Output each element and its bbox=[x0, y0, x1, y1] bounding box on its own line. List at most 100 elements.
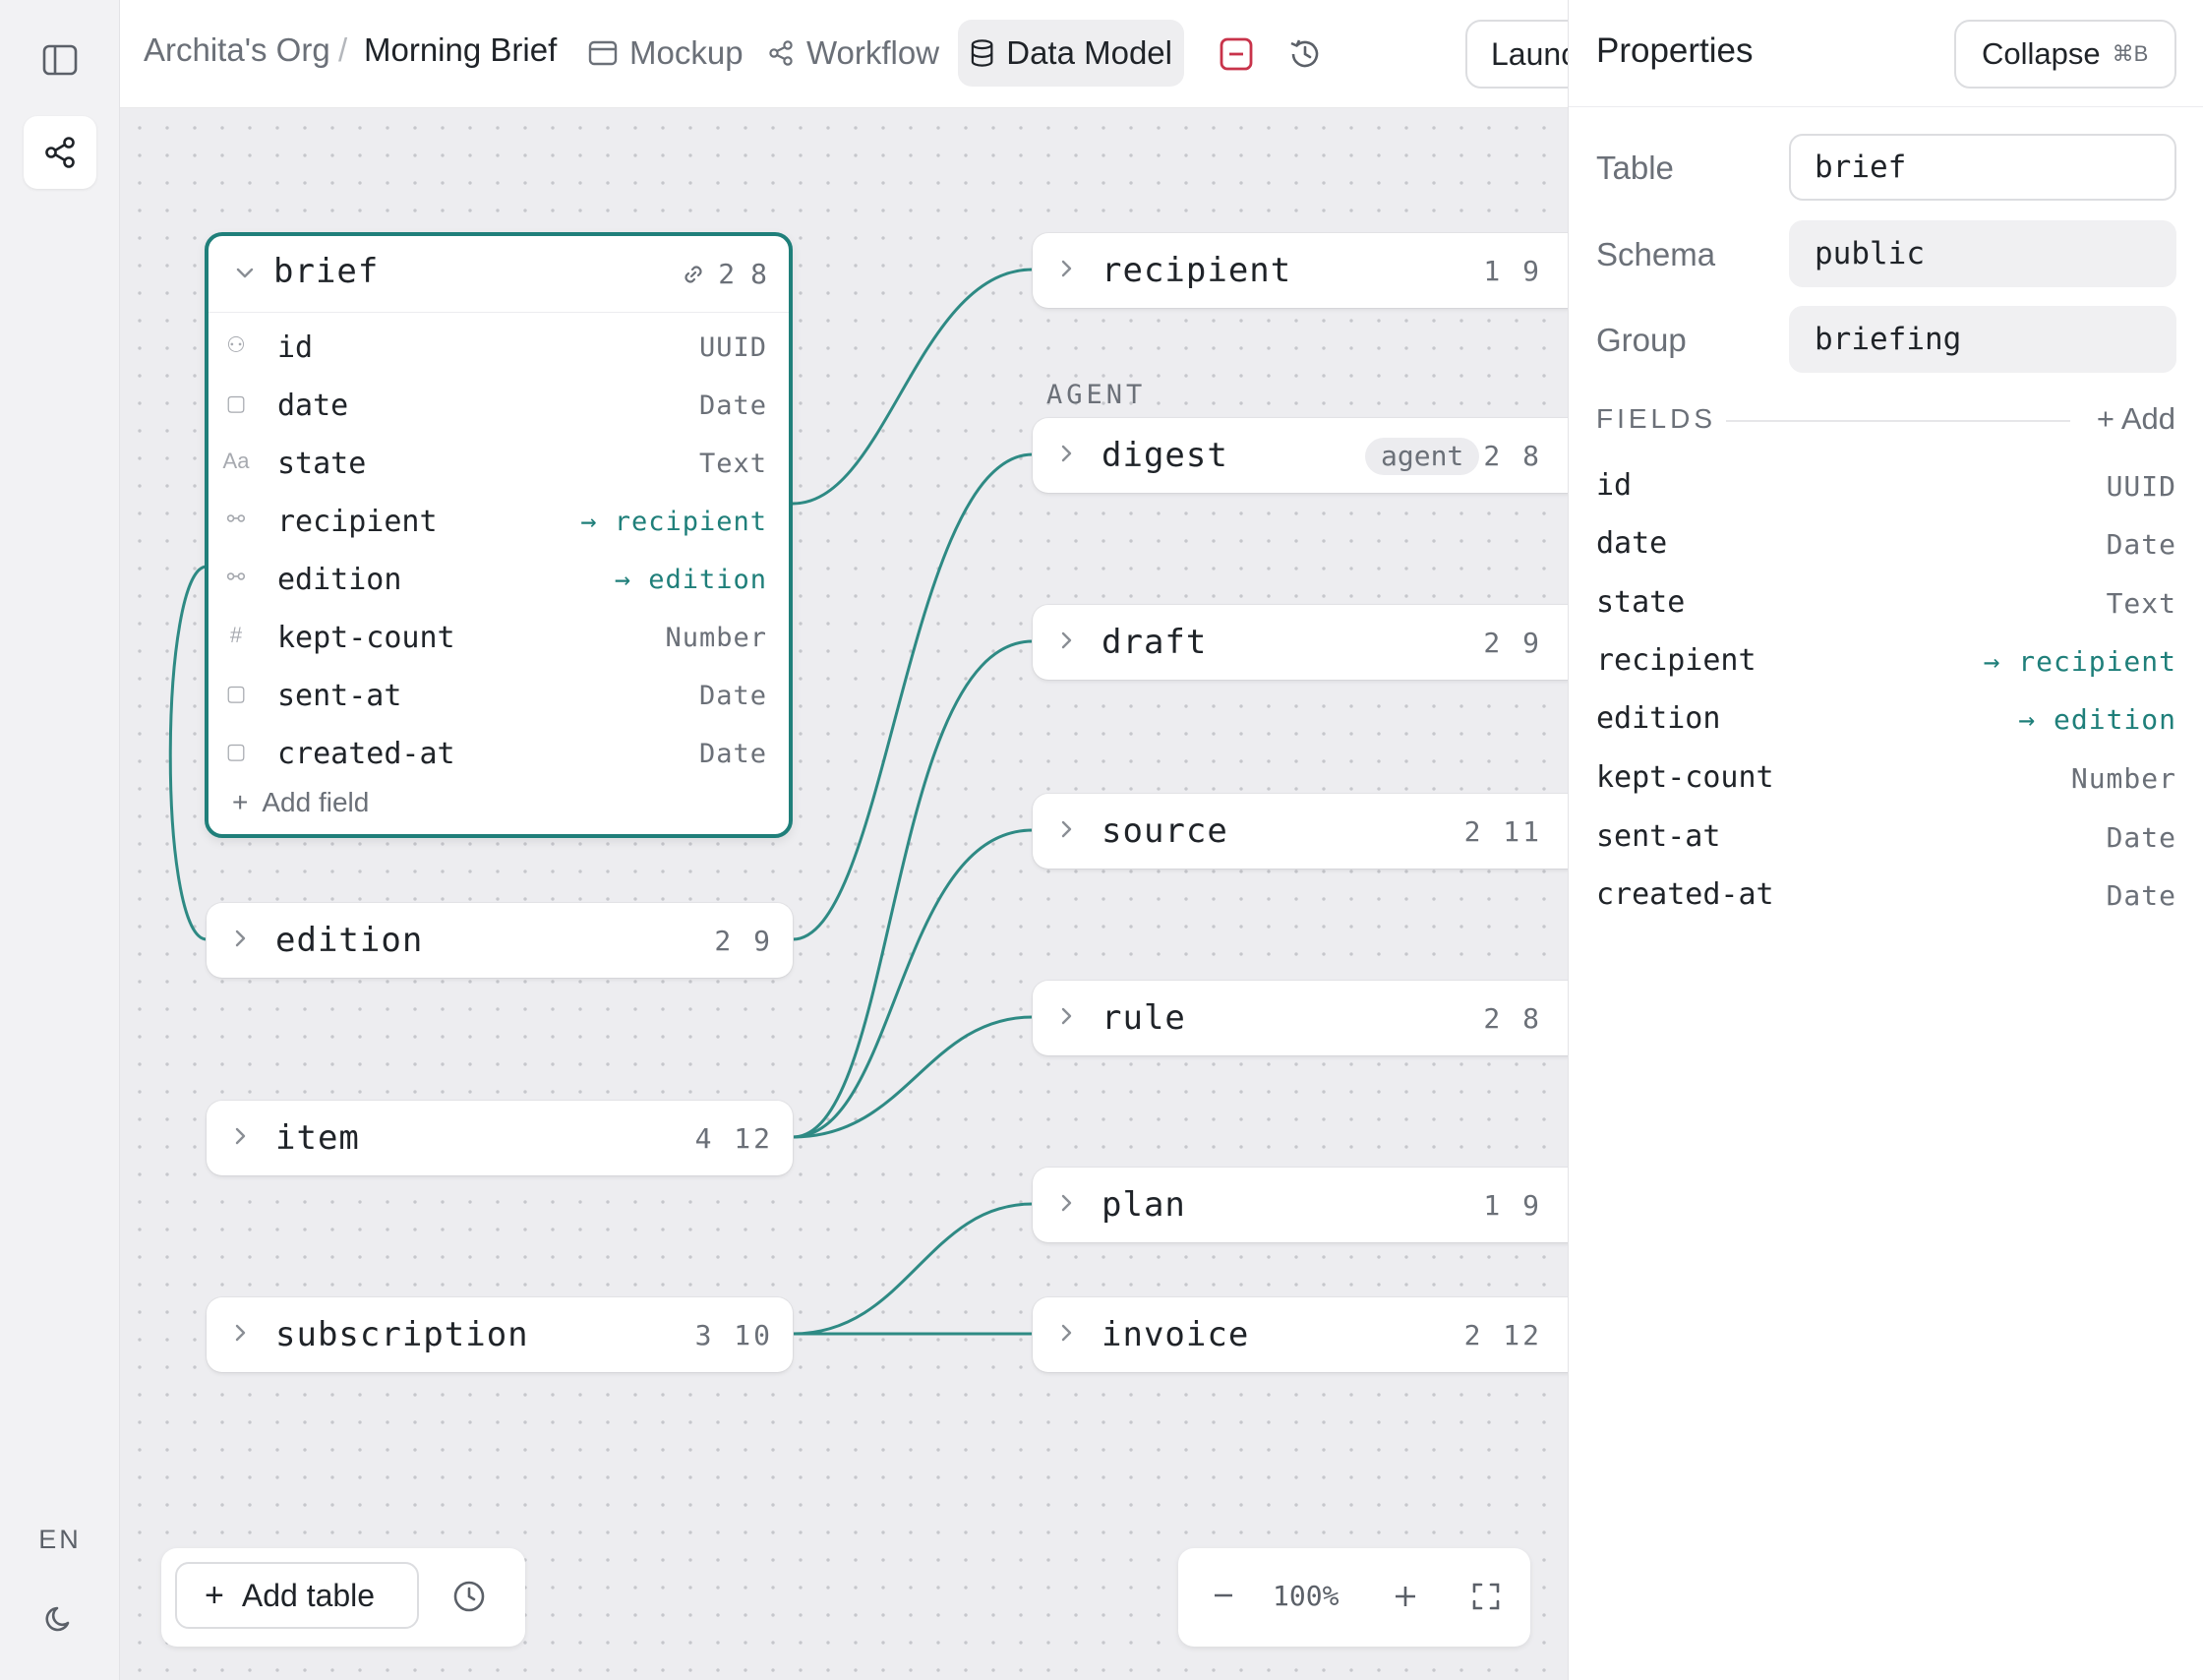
chevron-right-icon[interactable] bbox=[1060, 1192, 1074, 1214]
table-card-header[interactable]: brief 2 8 bbox=[208, 236, 789, 313]
tab-data-model[interactable]: Data Model bbox=[958, 20, 1184, 87]
table-node-edition[interactable]: edition 2 9 bbox=[207, 903, 793, 978]
breadcrumb-separator: / bbox=[338, 31, 348, 68]
edge-edition-digest bbox=[792, 452, 1034, 941]
collapse-button[interactable]: Collapse ⌘B bbox=[1954, 20, 2176, 89]
field-row[interactable]: # kept-count Number bbox=[208, 609, 789, 666]
field-type: Number bbox=[665, 623, 767, 653]
field-row[interactable]: ⚇ id UUID bbox=[208, 319, 789, 376]
field-row[interactable]: ⚯ recipient → recipient bbox=[208, 493, 789, 550]
panel-field-row[interactable]: id UUID bbox=[1596, 464, 2176, 513]
table-name: edition bbox=[275, 921, 424, 960]
chevron-right-icon[interactable] bbox=[234, 1322, 248, 1344]
history-button[interactable] bbox=[1280, 30, 1330, 79]
tab-mockup[interactable]: Mockup bbox=[576, 20, 755, 87]
table-node-invoice[interactable]: invoice 2 12 bbox=[1033, 1297, 1568, 1372]
panel-field-row[interactable]: sent-at Date bbox=[1596, 815, 2176, 865]
table-card-brief[interactable]: brief 2 8 ⚇ id UUID ▢ date Date Aa state Text … bbox=[205, 232, 793, 838]
field-name: sent-at bbox=[1596, 819, 1721, 854]
link-icon bbox=[685, 265, 702, 283]
stop-button[interactable] bbox=[1212, 30, 1261, 79]
breadcrumb-project[interactable]: Morning Brief bbox=[364, 31, 557, 69]
table-name: rule bbox=[1102, 998, 1186, 1038]
panel-field-row[interactable]: date Date bbox=[1596, 522, 2176, 571]
fields-section-label: FIELDS bbox=[1596, 403, 1717, 434]
chevron-right-icon[interactable] bbox=[1060, 1005, 1074, 1027]
tab-workflow[interactable]: Workflow bbox=[755, 20, 951, 87]
panel-field-row[interactable]: state Text bbox=[1596, 581, 2176, 630]
field-type-icon: ⚯ bbox=[226, 565, 246, 589]
field-row[interactable]: ▢ sent-at Date bbox=[208, 667, 789, 724]
field-name: sent-at bbox=[277, 679, 402, 713]
add-table-button[interactable]: + Add table bbox=[175, 1562, 419, 1629]
chevron-right-icon[interactable] bbox=[1060, 630, 1074, 651]
field-type: Date bbox=[698, 739, 767, 769]
table-node-rule[interactable]: rule 2 8 bbox=[1033, 981, 1568, 1055]
field-type-link[interactable]: → recipient bbox=[1984, 645, 2176, 678]
field-name: date bbox=[1596, 526, 1668, 561]
table-name: draft bbox=[1102, 623, 1208, 662]
field-name: created-at bbox=[277, 737, 455, 771]
toggle-sidebar-button[interactable] bbox=[24, 24, 96, 96]
top-bar: Archita's Org / Morning Brief Mockup Wor… bbox=[120, 0, 1660, 108]
canvas-toolbar-left: + Add table bbox=[161, 1548, 525, 1647]
group-value[interactable]: briefing bbox=[1789, 306, 2176, 373]
language-toggle[interactable]: EN bbox=[0, 1525, 120, 1555]
table-name-input[interactable]: brief bbox=[1789, 134, 2176, 201]
field-row[interactable]: ▢ created-at Date bbox=[208, 725, 789, 782]
panel-field-row[interactable]: recipient → recipient bbox=[1596, 639, 2176, 689]
table-counts: 2 11 bbox=[1463, 815, 1542, 848]
table-node-source[interactable]: source 2 11 bbox=[1033, 794, 1568, 869]
chevron-right-icon[interactable] bbox=[234, 1125, 248, 1147]
table-node-plan[interactable]: plan 1 9 bbox=[1033, 1168, 1568, 1242]
tab-mockup-label: Mockup bbox=[629, 34, 744, 71]
window-icon bbox=[588, 40, 618, 66]
chevron-right-icon[interactable] bbox=[1060, 818, 1074, 840]
diagram-canvas[interactable]: brief 2 8 ⚇ id UUID ▢ date Date Aa state Text … bbox=[120, 108, 1568, 1680]
table-node-draft[interactable]: draft 2 9 bbox=[1033, 605, 1568, 680]
field-row[interactable]: Aa state Text bbox=[208, 435, 789, 492]
field-name: edition bbox=[1596, 701, 1721, 736]
table-label: Table bbox=[1596, 150, 1674, 186]
field-name: state bbox=[1596, 585, 1686, 620]
chevron-right-icon[interactable] bbox=[234, 928, 248, 949]
add-table-label: Add table bbox=[241, 1577, 376, 1613]
table-node-item[interactable]: item 4 12 bbox=[207, 1101, 793, 1175]
field-name: kept-count bbox=[277, 621, 455, 655]
group-label: Group bbox=[1596, 322, 1687, 358]
field-type: Date bbox=[2106, 528, 2176, 561]
history-button[interactable] bbox=[452, 1580, 486, 1618]
field-row[interactable]: ▢ date Date bbox=[208, 377, 789, 434]
chevron-right-icon[interactable] bbox=[1060, 443, 1074, 464]
field-type-link[interactable]: → edition bbox=[2018, 703, 2176, 736]
fullscreen-icon bbox=[1472, 1583, 1500, 1610]
table-counts: 1 9 bbox=[1483, 1189, 1542, 1222]
chevron-down-icon[interactable] bbox=[236, 268, 254, 279]
field-name: recipient bbox=[277, 505, 438, 539]
edge-subscription-plan bbox=[792, 1202, 1034, 1336]
field-name: created-at bbox=[1596, 877, 1774, 912]
add-field-button[interactable]: + Add bbox=[2097, 401, 2175, 437]
zoom-out-button[interactable] bbox=[1212, 1584, 1235, 1612]
field-type-link[interactable]: → recipient bbox=[580, 507, 767, 537]
field-name: state bbox=[277, 447, 367, 481]
field-row[interactable]: ⚯ edition → edition bbox=[208, 551, 789, 608]
table-node-recipient[interactable]: recipient 1 9 bbox=[1033, 233, 1568, 308]
theme-toggle-button[interactable] bbox=[24, 1582, 96, 1654]
fit-view-button[interactable] bbox=[1471, 1582, 1501, 1616]
chevron-right-icon[interactable] bbox=[1060, 258, 1074, 279]
add-field-button[interactable]: + Add field bbox=[232, 787, 369, 818]
table-node-subscription[interactable]: subscription 3 10 bbox=[207, 1297, 793, 1372]
zoom-in-button[interactable] bbox=[1393, 1584, 1418, 1614]
field-type-link[interactable]: → edition bbox=[615, 565, 767, 595]
field-type: Date bbox=[2106, 821, 2176, 854]
data-model-nav-button[interactable] bbox=[24, 116, 96, 189]
breadcrumb-org[interactable]: Archita's Org bbox=[144, 31, 330, 69]
table-node-digest[interactable]: digest agent 2 8 bbox=[1033, 418, 1568, 493]
edge-item-rule bbox=[792, 1015, 1034, 1139]
table-name: brief bbox=[273, 252, 380, 291]
panel-field-row[interactable]: created-at Date bbox=[1596, 873, 2176, 923]
chevron-right-icon[interactable] bbox=[1060, 1322, 1074, 1344]
panel-field-row[interactable]: edition → edition bbox=[1596, 697, 2176, 747]
panel-field-row[interactable]: kept-count Number bbox=[1596, 756, 2176, 806]
